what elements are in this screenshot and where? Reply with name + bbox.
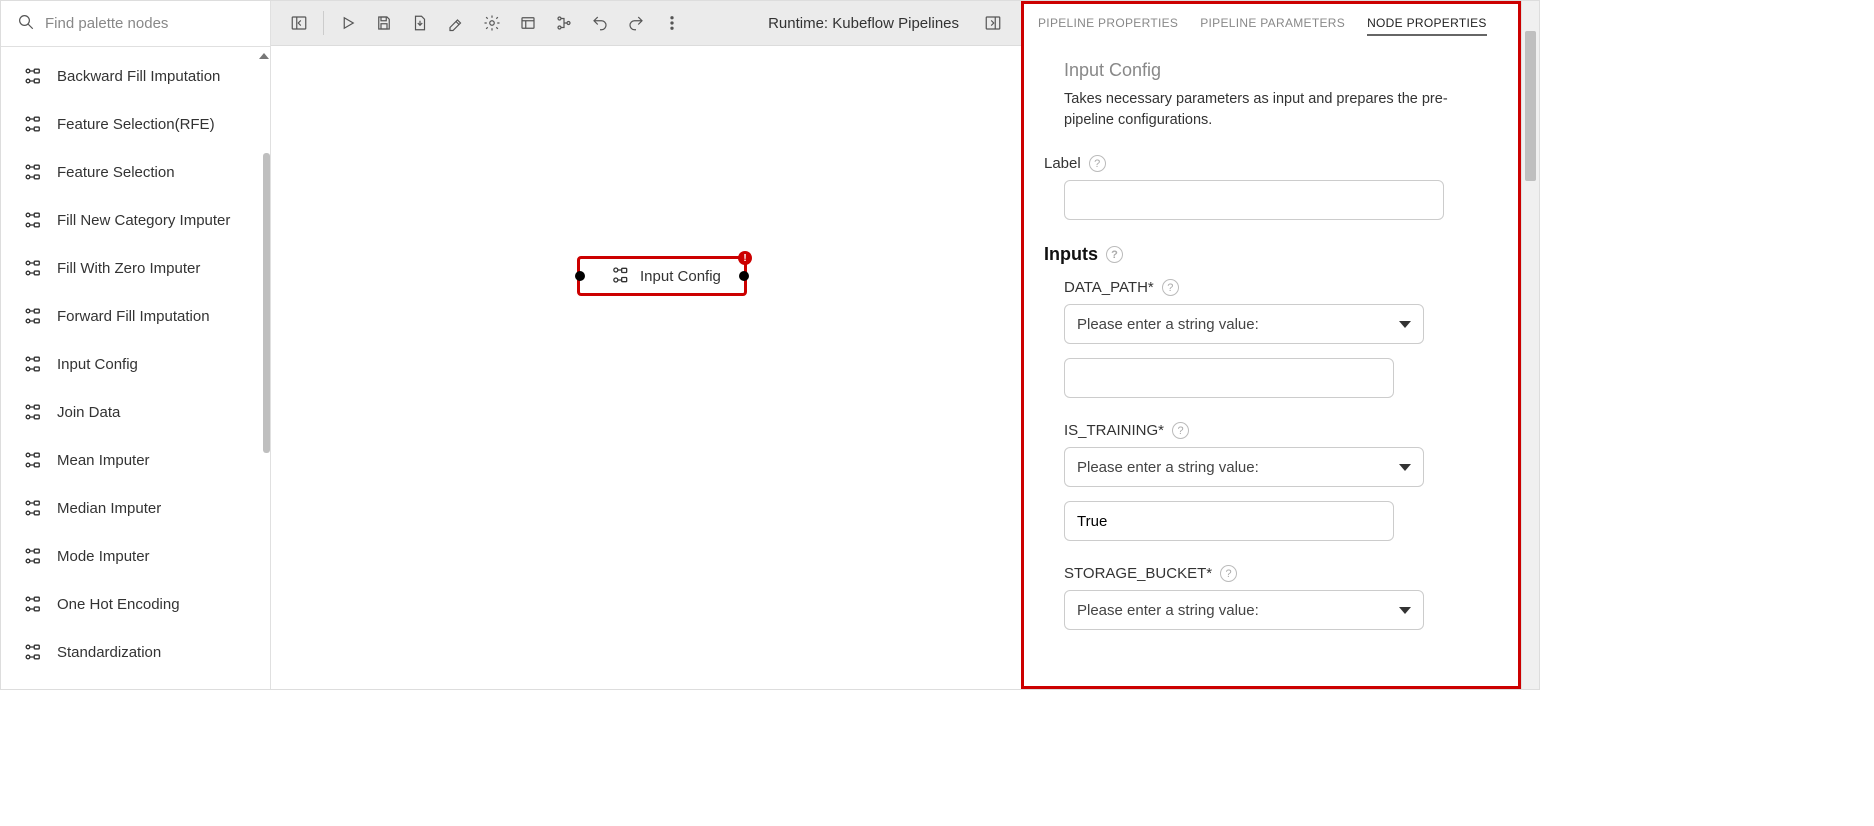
node-type-icon xyxy=(23,546,43,569)
palette-item-label: Forward Fill Imputation xyxy=(57,308,210,327)
palette-item[interactable]: Backward Fill Imputation xyxy=(1,53,270,101)
scroll-up-arrow-icon[interactable] xyxy=(259,53,269,59)
label-input[interactable] xyxy=(1064,180,1444,220)
data-path-input[interactable] xyxy=(1064,358,1394,398)
palette-item-label: Mean Imputer xyxy=(57,452,150,471)
palette-item[interactable]: Fill New Category Imputer xyxy=(1,197,270,245)
node-icon xyxy=(610,265,630,288)
palette-item[interactable]: Join Data xyxy=(1,389,270,437)
node-type-icon xyxy=(23,594,43,617)
node-type-icon xyxy=(23,306,43,329)
canvas-toolbar: Runtime: Kubeflow Pipelines xyxy=(271,1,1021,46)
node-type-icon xyxy=(23,354,43,377)
palette-item[interactable]: Fill With Zero Imputer xyxy=(1,245,270,293)
main-scrollbar[interactable] xyxy=(1521,1,1539,689)
is-training-input[interactable] xyxy=(1064,501,1394,541)
main-scroll-thumb[interactable] xyxy=(1525,31,1536,181)
tab-pipeline-parameters[interactable]: PIPELINE PARAMETERS xyxy=(1200,12,1345,36)
palette-search-row xyxy=(1,1,270,47)
tab-pipeline-properties[interactable]: PIPELINE PROPERTIES xyxy=(1038,12,1178,36)
palette-item-label: Mode Imputer xyxy=(57,548,150,567)
open-editor-button[interactable] xyxy=(512,7,544,39)
save-button[interactable] xyxy=(368,7,400,39)
is-training-label: IS_TRAINING* ? xyxy=(1064,422,1496,439)
palette-item[interactable]: Feature Selection xyxy=(1,149,270,197)
is-training-mode-select[interactable]: Please enter a string value: xyxy=(1064,447,1424,487)
palette-scroll-thumb[interactable] xyxy=(263,153,270,453)
node-type-icon xyxy=(23,642,43,665)
pipeline-canvas[interactable]: Input Config xyxy=(271,46,1021,689)
toolbar-separator xyxy=(323,11,324,35)
palette-item[interactable]: Standardization xyxy=(1,629,270,677)
palette-item-label: Fill With Zero Imputer xyxy=(57,260,200,279)
palette-item[interactable]: Feature Selection(RFE) xyxy=(1,101,270,149)
help-icon[interactable]: ? xyxy=(1162,279,1179,296)
node-properties-description: Takes necessary parameters as input and … xyxy=(1064,89,1464,131)
tab-node-properties[interactable]: NODE PROPERTIES xyxy=(1367,12,1487,36)
storage-bucket-label: STORAGE_BUCKET* ? xyxy=(1064,565,1496,582)
palette-item[interactable]: Input Config xyxy=(1,341,270,389)
more-button[interactable] xyxy=(656,7,688,39)
palette-item-label: Backward Fill Imputation xyxy=(57,68,220,87)
search-icon xyxy=(17,13,35,34)
properties-body: Input Config Takes necessary parameters … xyxy=(1024,42,1518,686)
node-type-icon xyxy=(23,258,43,281)
node-properties-title: Input Config xyxy=(1064,60,1496,81)
palette-sidebar: Backward Fill Imputation Feature Selecti… xyxy=(1,1,271,689)
palette-item[interactable]: Mode Imputer xyxy=(1,533,270,581)
label-field-label: Label ? xyxy=(1044,155,1496,172)
palette-item-label: One Hot Encoding xyxy=(57,596,180,615)
node-type-icon xyxy=(23,66,43,89)
palette-list: Backward Fill Imputation Feature Selecti… xyxy=(1,47,270,689)
run-button[interactable] xyxy=(332,7,364,39)
properties-tabs: PIPELINE PROPERTIES PIPELINE PARAMETERS … xyxy=(1024,4,1518,42)
palette-item-label: Median Imputer xyxy=(57,500,161,519)
palette-item-label: Feature Selection xyxy=(57,164,175,183)
data-path-label: DATA_PATH* ? xyxy=(1064,279,1496,296)
storage-bucket-mode-select[interactable]: Please enter a string value: xyxy=(1064,590,1424,630)
data-path-mode-select[interactable]: Please enter a string value: xyxy=(1064,304,1424,344)
runtime-label: Runtime: Kubeflow Pipelines xyxy=(768,15,959,32)
chevron-down-icon xyxy=(1399,607,1411,614)
palette-item-label: Standardization xyxy=(57,644,161,663)
arrange-button[interactable] xyxy=(548,7,580,39)
export-button[interactable] xyxy=(404,7,436,39)
palette-scrollbar[interactable] xyxy=(262,53,270,689)
help-icon[interactable]: ? xyxy=(1089,155,1106,172)
palette-item-label: Join Data xyxy=(57,404,120,423)
undo-button[interactable] xyxy=(584,7,616,39)
settings-button[interactable] xyxy=(476,7,508,39)
chevron-down-icon xyxy=(1399,321,1411,328)
panel-toggle-left-button[interactable] xyxy=(283,7,315,39)
node-type-icon xyxy=(23,162,43,185)
palette-item[interactable]: One Hot Encoding xyxy=(1,581,270,629)
node-type-icon xyxy=(23,402,43,425)
node-output-port[interactable] xyxy=(739,271,749,281)
error-badge-icon xyxy=(738,251,752,265)
help-icon[interactable]: ? xyxy=(1220,565,1237,582)
node-input-port[interactable] xyxy=(575,271,585,281)
node-type-icon xyxy=(23,450,43,473)
palette-item[interactable]: Forward Fill Imputation xyxy=(1,293,270,341)
center-area: Runtime: Kubeflow Pipelines Input Config xyxy=(271,1,1021,689)
properties-panel: PIPELINE PROPERTIES PIPELINE PARAMETERS … xyxy=(1021,1,1521,689)
node-label: Input Config xyxy=(640,268,721,285)
palette-search-input[interactable] xyxy=(45,15,254,32)
palette-item-label: Fill New Category Imputer xyxy=(57,212,230,231)
node-type-icon xyxy=(23,114,43,137)
chevron-down-icon xyxy=(1399,464,1411,471)
help-icon[interactable]: ? xyxy=(1106,246,1123,263)
palette-item-label: Feature Selection(RFE) xyxy=(57,116,215,135)
inputs-section-header: Inputs ? xyxy=(1044,244,1496,265)
palette-item-label: Input Config xyxy=(57,356,138,375)
redo-button[interactable] xyxy=(620,7,652,39)
canvas-node-input-config[interactable]: Input Config xyxy=(577,256,747,296)
clear-button[interactable] xyxy=(440,7,472,39)
node-type-icon xyxy=(23,210,43,233)
panel-toggle-right-button[interactable] xyxy=(977,7,1009,39)
node-type-icon xyxy=(23,498,43,521)
palette-item[interactable]: Mean Imputer xyxy=(1,437,270,485)
palette-item[interactable]: Median Imputer xyxy=(1,485,270,533)
help-icon[interactable]: ? xyxy=(1172,422,1189,439)
